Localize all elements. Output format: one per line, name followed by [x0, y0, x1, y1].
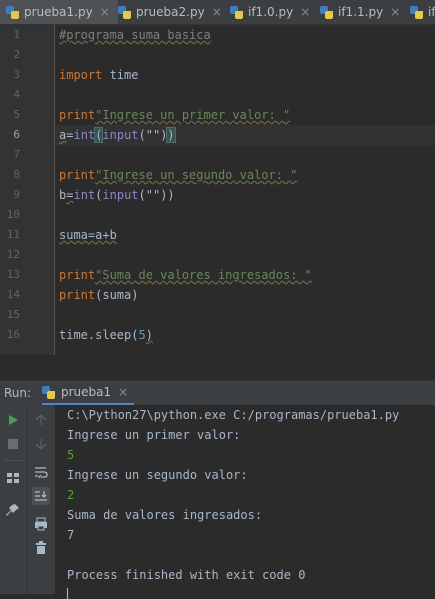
line-number: 2 — [13, 48, 20, 61]
code-editor[interactable]: 1 2 3 4 5 6 7 8 9 10 11 12 13 14 15 16 #… — [0, 25, 435, 355]
code-line-9[interactable]: b=int(input("")) — [59, 185, 175, 205]
close-icon[interactable]: × — [300, 5, 310, 19]
python-file-icon — [320, 5, 333, 19]
python-icon — [42, 385, 55, 399]
up-arrow-icon[interactable] — [32, 411, 50, 429]
console-input-line: 2 — [67, 488, 75, 502]
run-tab-label: prueba1 — [61, 385, 112, 399]
run-toolbar-primary — [0, 405, 28, 594]
line-number: 10 — [6, 208, 20, 221]
tab-if-partial[interactable]: if — [404, 0, 435, 24]
line-number: 12 — [6, 248, 20, 261]
editor-bottom-area — [0, 355, 435, 380]
down-arrow-icon[interactable] — [32, 435, 50, 453]
code-line-1[interactable]: #programa suma basica — [59, 25, 211, 45]
scroll-to-end-icon[interactable] — [32, 487, 50, 505]
line-number: 13 — [6, 268, 20, 281]
line-number: 3 — [13, 68, 20, 81]
trash-icon[interactable] — [32, 539, 50, 557]
console-line: Ingrese un primer valor: — [67, 428, 241, 442]
code-line-3[interactable]: import time — [59, 65, 138, 85]
builtin: int — [73, 188, 96, 202]
number-literal: 5 — [138, 328, 146, 342]
code-line-6[interactable]: a=int(input("")) — [59, 125, 176, 145]
console-input-line: 5 — [67, 448, 75, 462]
soft-wrap-icon[interactable] — [32, 463, 50, 481]
line-number: 9 — [13, 188, 20, 201]
console-line: Suma de valores ingresados: — [67, 508, 263, 522]
line-number: 16 — [6, 328, 20, 341]
tab-prueba1[interactable]: prueba1.py × — [0, 0, 118, 24]
line-number: 4 — [13, 88, 20, 101]
identifier: time — [102, 68, 139, 82]
layout-icon[interactable] — [4, 469, 22, 487]
console-line: C:\Python27\python.exe C:/programas/prue… — [67, 408, 400, 422]
paren: ) — [145, 328, 153, 342]
line-number-gutter: 1 2 3 4 5 6 7 8 9 10 11 12 13 14 15 16 — [0, 25, 55, 355]
builtin: int — [73, 128, 96, 142]
line-number: 7 — [13, 148, 20, 161]
call: time.sleep( — [59, 328, 139, 342]
console-line: 7 — [67, 528, 75, 542]
python-file-icon — [118, 5, 131, 19]
line-number: 8 — [13, 168, 20, 181]
code-line-14[interactable]: print(suma) — [59, 285, 138, 305]
python-file-icon — [410, 5, 423, 19]
close-icon[interactable]: × — [212, 5, 222, 19]
call-args: ("") — [138, 128, 168, 142]
keyword: import — [59, 68, 103, 82]
string-literal: "Suma de valores ingresados: " — [95, 268, 312, 282]
code-line-5[interactable]: print"Ingrese un primer valor: " — [59, 105, 290, 125]
line-number: 14 — [6, 288, 20, 301]
tab-label: if — [428, 5, 435, 19]
line-number: 1 — [13, 28, 20, 41]
toolbar-divider — [4, 460, 23, 461]
tab-if1-1[interactable]: if1.1.py × — [314, 0, 408, 24]
code-line-16[interactable]: time.sleep(5) — [59, 325, 153, 345]
keyword: print — [59, 268, 96, 282]
matched-brace: ) — [166, 127, 176, 143]
tab-label: prueba2.py — [136, 5, 205, 19]
line-number: 11 — [6, 228, 20, 241]
builtin: input — [102, 188, 139, 202]
run-toolbar-secondary — [28, 405, 56, 594]
string-literal: "Ingrese un primer valor: " — [95, 108, 291, 122]
close-icon[interactable]: × — [390, 5, 400, 19]
close-icon[interactable]: × — [100, 5, 110, 19]
print-icon[interactable] — [32, 515, 50, 533]
stop-icon[interactable] — [4, 435, 22, 453]
pin-icon[interactable] — [4, 501, 22, 519]
keyword: print — [59, 108, 96, 122]
code-line-13[interactable]: print"Suma de valores ingresados: " — [59, 265, 312, 285]
tab-label: if1.1.py — [338, 5, 384, 19]
run-icon[interactable] — [4, 411, 22, 429]
console-line: Process finished with exit code 0 — [67, 568, 306, 582]
run-tab-prueba1[interactable]: prueba1 × — [42, 381, 135, 405]
statement: suma=a+b — [59, 228, 117, 242]
python-file-icon — [230, 5, 243, 19]
console-line: Ingrese un segundo valor: — [67, 468, 248, 482]
code-line-8[interactable]: print"Ingrese un segundo valor: " — [59, 165, 297, 185]
close-icon[interactable]: × — [118, 385, 128, 399]
run-label: Run: — [4, 386, 32, 400]
call-args: (suma) — [95, 288, 139, 302]
run-tool-window-header: Run: prueba1 × — [0, 380, 435, 405]
editor-tab-bar: prueba1.py × prueba2.py × if1.0.py × if1… — [0, 0, 435, 25]
python-file-icon — [6, 5, 19, 19]
builtin: input — [102, 128, 139, 142]
tab-label: prueba1.py — [24, 5, 93, 19]
keyword: print — [59, 168, 96, 182]
call-args: ("")) — [138, 188, 175, 202]
line-number: 6 — [13, 128, 20, 141]
line-number: 15 — [6, 308, 20, 321]
line-number: 5 — [13, 108, 20, 121]
run-console-output[interactable]: C:\Python27\python.exe C:/programas/prue… — [56, 405, 435, 599]
string-literal: "Ingrese un segundo valor: " — [95, 168, 298, 182]
comment: #programa suma basica — [59, 28, 211, 42]
tab-label: if1.0.py — [248, 5, 294, 19]
tab-prueba2[interactable]: prueba2.py × — [112, 0, 230, 24]
keyword: print — [59, 288, 96, 302]
tab-if1-0[interactable]: if1.0.py × — [224, 0, 318, 24]
code-line-11[interactable]: suma=a+b — [59, 225, 117, 245]
